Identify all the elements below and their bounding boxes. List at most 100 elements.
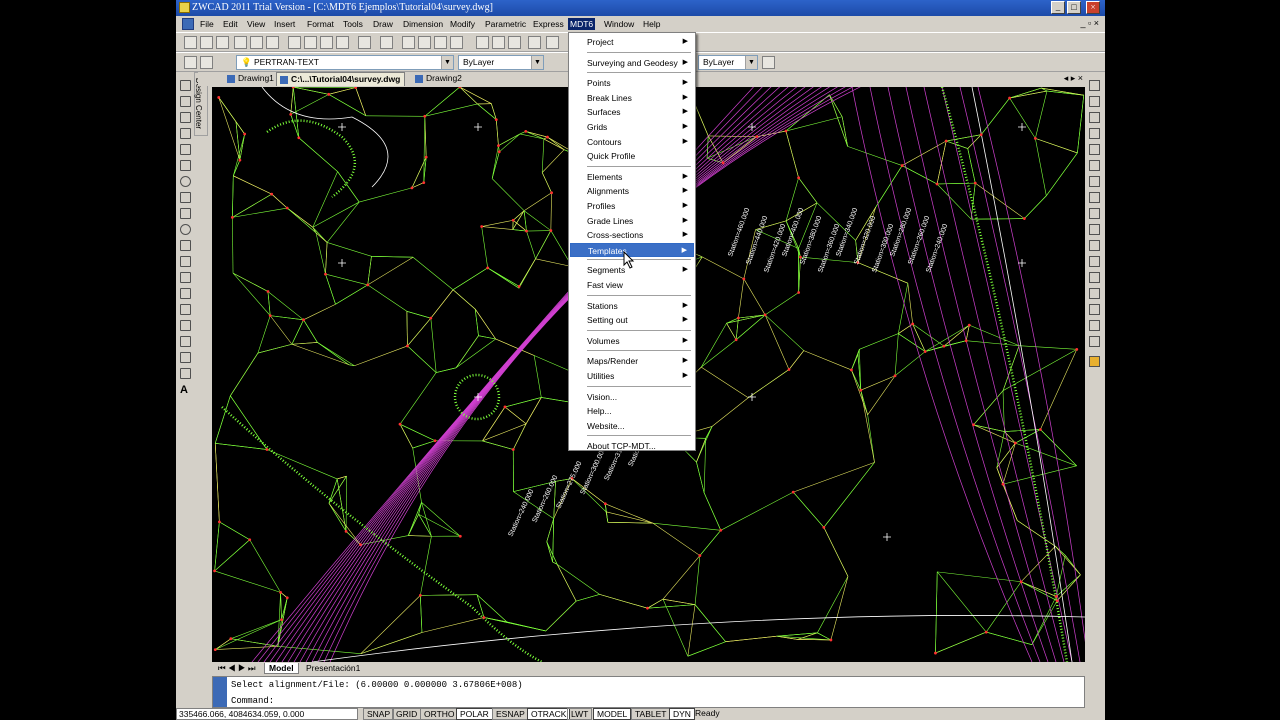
zoom-extents-icon[interactable] [546,36,559,49]
preview-icon[interactable] [250,36,263,49]
menu-draw[interactable]: Draw [371,18,395,30]
polar-toggle[interactable]: POLAR [456,708,493,720]
menu-item-points[interactable]: Points ▶ [570,76,694,90]
menu-parametric[interactable]: Parametric [483,18,528,30]
warning-icon[interactable] [1089,356,1100,367]
menu-item-setting-out[interactable]: Setting out ▶ [570,313,694,327]
esnap-toggle[interactable]: ESNAP [492,708,529,720]
trim-icon[interactable] [1089,224,1100,235]
erase-icon[interactable] [1089,80,1100,91]
menu-item-break-lines[interactable]: Break Lines ▶ [570,91,694,105]
menu-item-website[interactable]: Website... [570,419,694,433]
menu-mdt6[interactable]: MDT6 [568,18,596,30]
document-menu-icon[interactable] [182,18,194,30]
command-prompt[interactable]: Command: [231,696,274,706]
chevron-down-icon[interactable]: ▼ [531,56,543,69]
layer-manager-icon[interactable] [184,56,197,69]
chamfer-icon[interactable] [1089,288,1100,299]
table-icon[interactable] [180,368,191,379]
hatch-icon[interactable] [180,304,191,315]
mirror-icon[interactable] [1089,112,1100,123]
menu-item-fast-view[interactable]: Fast view [570,278,694,292]
menu-express[interactable]: Express [531,18,566,30]
stretch-icon[interactable] [1089,208,1100,219]
paste-icon[interactable] [320,36,333,49]
tab-navigation[interactable]: ◂ ▸ × [1064,73,1083,84]
properties-icon[interactable] [476,36,489,49]
tab-presentacion1[interactable]: Presentación1 [302,663,364,673]
chevron-down-icon[interactable]: ▼ [745,56,757,69]
color-combo[interactable]: ByLayer ▼ [458,55,544,70]
menu-item-utilities[interactable]: Utilities ▶ [570,369,694,383]
menu-item-about-tcp-mdt[interactable]: About TCP-MDT... [570,439,694,453]
menu-item-profiles[interactable]: Profiles ▶ [570,199,694,213]
copy-icon[interactable] [304,36,317,49]
rectangle-icon[interactable] [180,144,191,155]
ellipse-arc-icon[interactable] [180,240,191,251]
move-icon[interactable] [1089,160,1100,171]
menu-item-quick-profile[interactable]: Quick Profile [570,149,694,163]
zoom-window-icon[interactable] [434,36,447,49]
menu-item-surfaces[interactable]: Surfaces ▶ [570,105,694,119]
menu-item-vision[interactable]: Vision... [570,390,694,404]
close-button[interactable]: × [1086,1,1100,14]
zoom-previous-icon[interactable] [450,36,463,49]
otrack-toggle[interactable]: OTRACK [527,708,571,720]
menu-item-grade-lines[interactable]: Grade Lines ▶ [570,214,694,228]
save-icon[interactable] [216,36,229,49]
layer-combo[interactable]: 💡 PERTRAN-TEXT ▼ [236,55,454,70]
arc-icon[interactable] [180,160,191,171]
insert-block-icon[interactable] [180,256,191,267]
menu-dimension[interactable]: Dimension [401,18,445,30]
menu-item-project[interactable]: Project ▶ [570,35,694,49]
rotate-icon[interactable] [1089,176,1100,187]
undo-icon[interactable] [358,36,371,49]
menu-file[interactable]: File [198,18,216,30]
wipeout-icon[interactable] [180,352,191,363]
match-properties-icon[interactable] [336,36,349,49]
menu-window[interactable]: Window [602,18,636,30]
revcloud-icon[interactable] [180,192,191,203]
publish-icon[interactable] [266,36,279,49]
xline-icon[interactable] [180,96,191,107]
open-icon[interactable] [200,36,213,49]
lineweight-combo[interactable]: ByLayer ▼ [698,55,758,70]
edit-polyline-icon[interactable] [1089,336,1100,347]
cut-icon[interactable] [288,36,301,49]
spline-icon[interactable] [180,208,191,219]
menu-edit[interactable]: Edit [221,18,240,30]
polygon-icon[interactable] [180,128,191,139]
scale-icon[interactable] [1089,192,1100,203]
extend-icon[interactable] [1089,240,1100,251]
break-icon[interactable] [1089,256,1100,267]
point-icon[interactable] [180,288,191,299]
menu-item-help[interactable]: Help... [570,404,694,418]
line-icon[interactable] [180,80,191,91]
menu-modify[interactable]: Modify [448,18,477,30]
menu-item-alignments[interactable]: Alignments ▶ [570,184,694,198]
menu-item-elements[interactable]: Elements ▶ [570,170,694,184]
menu-insert[interactable]: Insert [272,18,297,30]
design-center-icon[interactable] [492,36,505,49]
menu-help[interactable]: Help [641,18,662,30]
lwt-toggle[interactable]: LWT [567,708,593,720]
menu-item-grids[interactable]: Grids ▶ [570,120,694,134]
tool-palettes-icon[interactable] [508,36,521,49]
grid-toggle[interactable]: GRID [392,708,422,720]
menu-tools[interactable]: Tools [341,18,365,30]
polyline-icon[interactable] [180,112,191,123]
fillet-icon[interactable] [1089,304,1100,315]
minimize-button[interactable]: _ [1051,1,1065,14]
menu-item-stations[interactable]: Stations ▶ [570,299,694,313]
tab-model[interactable]: Model [264,663,299,674]
pan-icon[interactable] [402,36,415,49]
command-window[interactable]: Select alignment/File: (6.00000 0.000000… [212,676,1085,708]
plot-icon[interactable] [234,36,247,49]
model-toggle[interactable]: MODEL [593,708,632,720]
make-block-icon[interactable] [180,272,191,283]
layer-previous-icon[interactable] [200,56,213,69]
mtext-icon[interactable]: A [180,384,191,396]
gradient-icon[interactable] [180,320,191,331]
menu-item-maps-render[interactable]: Maps/Render ▶ [570,354,694,368]
chevron-down-icon[interactable]: ▼ [441,56,453,69]
